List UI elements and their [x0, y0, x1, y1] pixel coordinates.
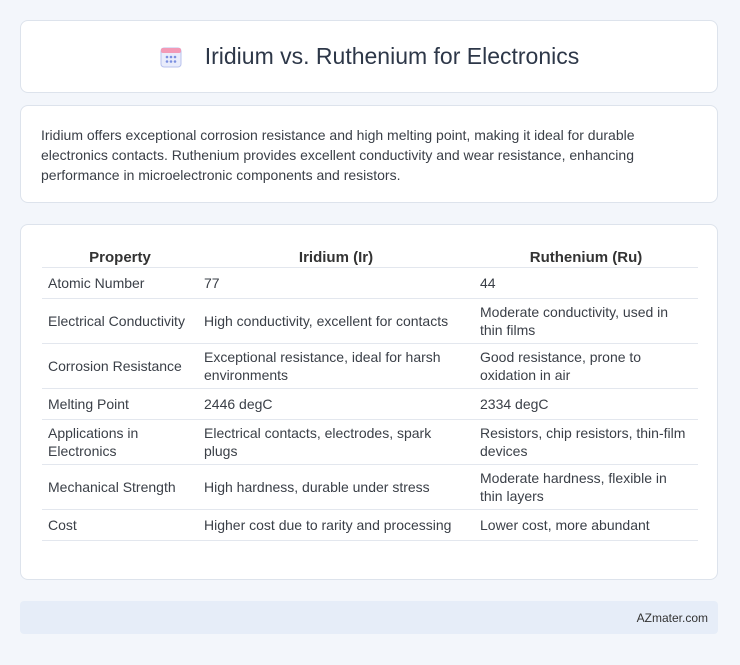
property-cell: Applications in Electronics	[42, 419, 198, 465]
title-card: Iridium vs. Ruthenium for Electronics	[20, 20, 718, 93]
ruthenium-cell: Resistors, chip resistors, thin-film dev…	[474, 419, 698, 465]
property-cell: Melting Point	[42, 388, 198, 420]
property-cell: Electrical Conductivity	[42, 298, 198, 344]
ruthenium-cell: 44	[474, 267, 698, 299]
table-row: Melting Point 2446 degC 2334 degC	[42, 388, 698, 420]
iridium-cell: High conductivity, excellent for contact…	[198, 298, 474, 344]
table-row: Applications in Electronics Electrical c…	[42, 419, 698, 465]
property-cell: Atomic Number	[42, 267, 198, 299]
property-cell: Mechanical Strength	[42, 464, 198, 510]
ruthenium-cell: Lower cost, more abundant	[474, 509, 698, 541]
table-row: Corrosion Resistance Exceptional resista…	[42, 343, 698, 389]
footer-bar: AZmater.com	[20, 601, 718, 634]
iridium-cell: Electrical contacts, electrodes, spark p…	[198, 419, 474, 465]
header-property: Property	[42, 245, 198, 268]
header-iridium: Iridium (Ir)	[198, 245, 474, 268]
intro-card: Iridium offers exceptional corrosion res…	[20, 105, 718, 203]
table-row: Mechanical Strength High hardness, durab…	[42, 464, 698, 510]
comparison-card: Property Iridium (Ir) Ruthenium (Ru) Ato…	[20, 224, 718, 580]
footer-brand: AZmater.com	[636, 610, 708, 625]
iridium-cell: Exceptional resistance, ideal for harsh …	[198, 343, 474, 389]
iridium-cell: 77	[198, 267, 474, 299]
iridium-cell: High hardness, durable under stress	[198, 464, 474, 510]
property-cell: Cost	[42, 509, 198, 541]
comparison-table: Property Iridium (Ir) Ruthenium (Ru) Ato…	[42, 245, 698, 541]
ruthenium-cell: Good resistance, prone to oxidation in a…	[474, 343, 698, 389]
ruthenium-cell: Moderate hardness, flexible in thin laye…	[474, 464, 698, 510]
table-row: Cost Higher cost due to rarity and proce…	[42, 509, 698, 541]
ruthenium-cell: 2334 degC	[474, 388, 698, 420]
property-cell: Corrosion Resistance	[42, 343, 198, 389]
header-ruthenium: Ruthenium (Ru)	[474, 245, 698, 268]
page-title: Iridium vs. Ruthenium for Electronics	[204, 43, 580, 69]
table-header-row: Property Iridium (Ir) Ruthenium (Ru)	[42, 245, 698, 268]
calendar-grid-icon	[159, 45, 183, 69]
ruthenium-cell: Moderate conductivity, used in thin film…	[474, 298, 698, 344]
intro-text: Iridium offers exceptional corrosion res…	[41, 127, 635, 183]
table-row: Electrical Conductivity High conductivit…	[42, 298, 698, 344]
table-row: Atomic Number 77 44	[42, 267, 698, 299]
iridium-cell: 2446 degC	[198, 388, 474, 420]
iridium-cell: Higher cost due to rarity and processing	[198, 509, 474, 541]
